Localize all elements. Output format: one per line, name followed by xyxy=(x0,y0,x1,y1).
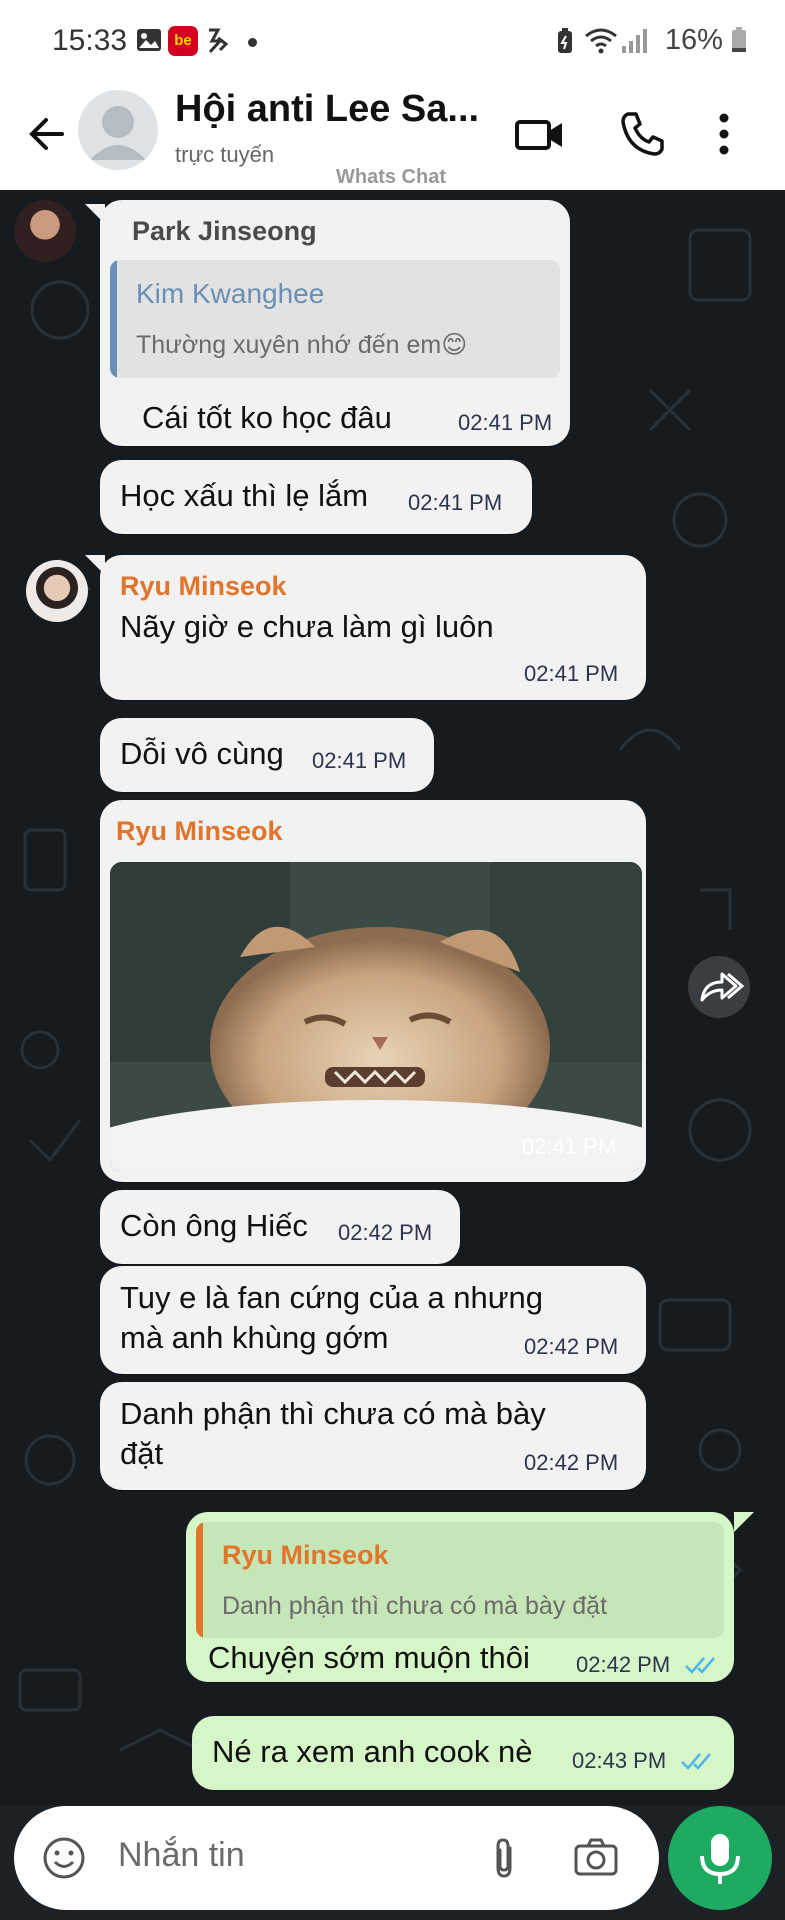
message-text: Nãy giờ e chưa làm gì luôn xyxy=(120,609,494,644)
message-text-line: đặt xyxy=(120,1436,164,1471)
sender-name[interactable]: Ryu Minseok xyxy=(116,816,283,847)
gallery-icon xyxy=(136,28,162,57)
message-text: Học xấu thì lẹ lắm xyxy=(120,478,369,513)
message-text: Chuyện sớm muộn thôi xyxy=(208,1640,530,1675)
voice-record-button[interactable] xyxy=(668,1806,772,1910)
message-text: Né ra xem anh cook nè xyxy=(212,1734,533,1769)
more-notifications-dot xyxy=(248,38,257,47)
message-time: 02:42 PM xyxy=(576,1652,671,1677)
message-bubble[interactable]: Tuy e là fan cứng của a nhưng mà anh khù… xyxy=(100,1266,646,1374)
message-time: 02:41 PM xyxy=(312,748,407,773)
camera-button[interactable] xyxy=(572,1834,620,1882)
paperclip-icon xyxy=(496,1838,512,1878)
microphone-icon xyxy=(700,1834,740,1884)
cat-photo[interactable]: 02:41 PM xyxy=(110,862,642,1172)
chat-area[interactable]: Park Jinseong Kim Kwanghee Thường xuyên … xyxy=(0,190,785,1805)
message-time: 02:42 PM xyxy=(524,1334,619,1359)
double-check-icon xyxy=(681,1753,711,1770)
more-options-button[interactable] xyxy=(696,106,752,162)
message-text-line: Tuy e là fan cứng của a nhưng xyxy=(120,1280,543,1315)
message-text: Còn ông Hiếc xyxy=(120,1208,308,1243)
message-text: Cái tốt ko học đâu xyxy=(142,400,392,435)
message-text: Dỗi vô cùng xyxy=(120,736,284,771)
chat-title[interactable]: Hội anti Lee Sa... xyxy=(175,88,479,131)
message-text-line: Danh phận thì chưa có mà bày xyxy=(120,1396,546,1431)
back-arrow-icon xyxy=(29,118,64,150)
outgoing-message-bubble[interactable]: Né ra xem anh cook nè 02:43 PM xyxy=(192,1716,734,1790)
message-input[interactable]: Nhắn tin xyxy=(118,1836,245,1875)
forward-button[interactable] xyxy=(688,956,750,1018)
message-bubble[interactable]: Dỗi vô cùng 02:41 PM xyxy=(100,718,434,792)
emoji-button[interactable] xyxy=(42,1836,86,1880)
message-time: 02:43 PM xyxy=(572,1748,667,1773)
message-bubble[interactable]: Học xấu thì lẹ lắm 02:41 PM xyxy=(100,460,532,534)
be-app-icon: be xyxy=(168,26,198,56)
default-avatar-icon xyxy=(90,106,146,160)
status-bar: 15:33 be 16% xyxy=(0,0,785,82)
quoted-message[interactable]: Ryu Minseok Danh phận thì chưa có mà bày… xyxy=(196,1522,724,1638)
sender-name[interactable]: Ryu Minseok xyxy=(120,571,287,602)
quoted-message[interactable]: Kim Kwanghee Thường xuyên nhớ đến em😊 xyxy=(110,260,560,378)
emoji-icon xyxy=(43,1837,85,1879)
message-time: 02:41 PM xyxy=(458,410,553,435)
signal-icon xyxy=(620,28,650,59)
message-time: 02:42 PM xyxy=(524,1450,619,1475)
battery-icon xyxy=(732,27,746,52)
outgoing-message-bubble[interactable]: Ryu Minseok Danh phận thì chưa có mà bày… xyxy=(186,1512,734,1682)
quoted-text: Thường xuyên nhớ đến em😊 xyxy=(136,331,468,359)
quoted-text: Danh phận thì chưa có mà bày đặt xyxy=(222,1592,608,1620)
message-text-line: mà anh khùng gớm xyxy=(120,1320,389,1355)
wifi-icon xyxy=(584,28,618,59)
notification-app-icon xyxy=(206,28,229,59)
message-bubble[interactable]: Ryu Minseok Nãy giờ e chưa làm gì luôn 0… xyxy=(100,555,646,700)
image-message-bubble[interactable]: Ryu Minseok 02:41 PM xyxy=(100,800,646,1182)
bubble-tail xyxy=(734,1512,754,1532)
double-check-icon xyxy=(685,1657,715,1674)
phone-call-icon xyxy=(621,112,664,156)
chat-header: Hội anti Lee Sa... trực tuyến Whats Chat xyxy=(0,82,785,190)
sender-avatar-park-jinseong[interactable] xyxy=(14,200,76,262)
group-avatar[interactable] xyxy=(78,90,158,170)
image-time: 02:41 PM xyxy=(522,1134,617,1159)
message-input-bar[interactable]: Nhắn tin xyxy=(14,1806,659,1910)
sender-name[interactable]: Park Jinseong xyxy=(132,216,317,247)
forward-icon xyxy=(700,972,745,1002)
chat-status: trực tuyến xyxy=(175,142,275,167)
message-bubble[interactable]: Danh phận thì chưa có mà bày đặt 02:42 P… xyxy=(100,1382,646,1490)
status-time: 15:33 xyxy=(52,24,128,57)
more-vertical-icon xyxy=(719,113,729,155)
quoted-sender: Ryu Minseok xyxy=(222,1540,389,1570)
video-call-button[interactable] xyxy=(512,106,568,162)
message-time: 02:41 PM xyxy=(408,490,503,515)
battery-level: 16% xyxy=(665,24,747,57)
voice-call-button[interactable] xyxy=(614,106,670,162)
attach-button[interactable] xyxy=(480,1834,528,1882)
video-call-icon xyxy=(515,120,562,150)
watermark: Whats Chat xyxy=(336,166,446,188)
camera-icon xyxy=(574,1838,618,1876)
back-button[interactable] xyxy=(22,108,74,160)
message-bubble[interactable]: Park Jinseong Kim Kwanghee Thường xuyên … xyxy=(100,200,570,446)
message-time: 02:42 PM xyxy=(338,1220,433,1245)
sender-avatar-ryu-minseok[interactable] xyxy=(26,560,88,622)
battery-saver-icon xyxy=(556,28,574,59)
message-bubble[interactable]: Còn ông Hiếc 02:42 PM xyxy=(100,1190,460,1264)
quoted-sender: Kim Kwanghee xyxy=(136,278,325,309)
message-time: 02:41 PM xyxy=(524,661,619,686)
